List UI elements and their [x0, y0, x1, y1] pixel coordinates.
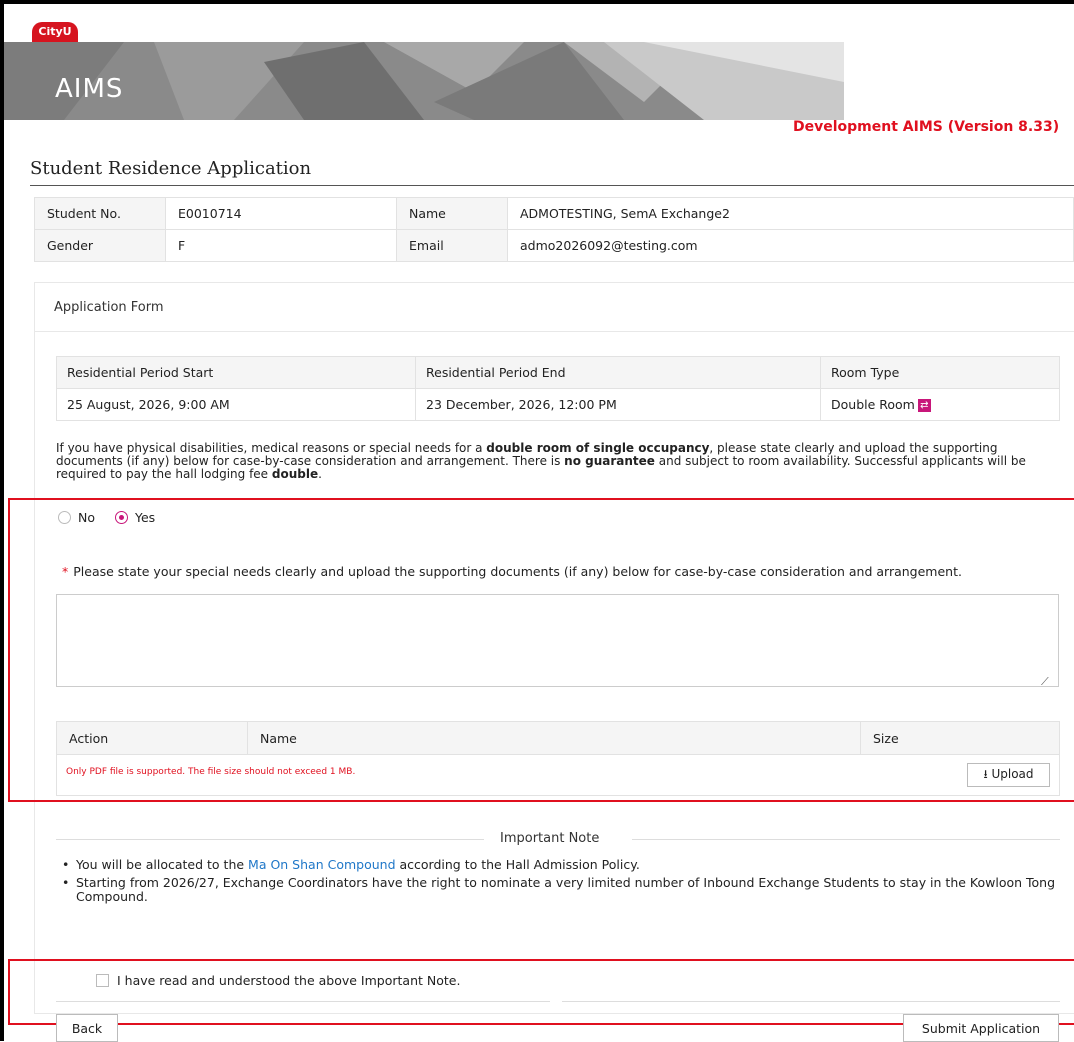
actions-divider-left — [56, 1001, 550, 1002]
period-start-value: 25 August, 2026, 9:00 AM — [56, 388, 416, 421]
special-needs-prompt-text: Please state your special needs clearly … — [73, 564, 962, 579]
required-marker: * — [62, 564, 69, 579]
notice-bold-text: double room of single occupancy — [486, 441, 710, 455]
radio-no-label[interactable]: No — [78, 510, 95, 525]
radio-yes-label[interactable]: Yes — [135, 510, 155, 525]
upload-table: Action Name Size — [56, 721, 1060, 755]
special-needs-prompt: * Please state your special needs clearly… — [62, 564, 962, 579]
size-column-header: Size — [860, 721, 1060, 755]
notice-text: . — [318, 467, 322, 481]
table-row: Student No. E0010714 Name ADMOTESTING, S… — [34, 197, 1074, 230]
name-value: ADMOTESTING, SemA Exchange2 — [507, 197, 1074, 230]
aims-banner — [4, 42, 844, 120]
upload-hint: Only PDF file is supported. The file siz… — [66, 767, 356, 777]
email-label: Email — [396, 229, 508, 262]
student-no-value: E0010714 — [165, 197, 397, 230]
note-text: You will be allocated to the — [76, 857, 249, 872]
special-needs-radio-group: No Yes — [58, 510, 155, 525]
table-header-row: Residential Period Start Residential Per… — [56, 356, 1060, 389]
list-item: You will be allocated to the Ma On Shan … — [60, 857, 1064, 873]
submit-application-button[interactable]: Submit Application — [903, 1014, 1059, 1042]
name-label: Name — [396, 197, 508, 230]
resize-handle-icon[interactable]: ⟋ — [1041, 675, 1049, 689]
room-info-icon[interactable]: ⇄ — [917, 399, 931, 412]
radio-no[interactable] — [58, 511, 71, 524]
page-title: Student Residence Application — [30, 158, 312, 179]
important-note-title: Important Note — [500, 831, 600, 846]
important-note-list: You will be allocated to the Ma On Shan … — [60, 858, 1064, 908]
period-end-header: Residential Period End — [415, 356, 821, 389]
acknowledge-checkbox[interactable] — [96, 974, 109, 987]
name-column-header: Name — [247, 721, 861, 755]
notice-bold-text: no guarantee — [564, 454, 655, 468]
list-item: Starting from 2026/27, Exchange Coordina… — [60, 876, 1064, 904]
back-button[interactable]: Back — [56, 1014, 118, 1042]
title-divider — [30, 185, 1074, 186]
form-heading-divider — [35, 331, 1074, 332]
top-bar — [4, 4, 1074, 42]
notice-text: If you have physical disabilities, medic… — [56, 441, 487, 455]
gender-label: Gender — [34, 229, 166, 262]
action-column-header: Action — [56, 721, 248, 755]
room-type-cell: Double Room ⇄ — [820, 388, 1060, 421]
actions-divider-right — [562, 1001, 1060, 1002]
acknowledge-row: I have read and understood the above Imp… — [96, 973, 460, 988]
student-info-table: Student No. E0010714 Name ADMOTESTING, S… — [34, 197, 1074, 262]
notice-bold-text: double — [271, 467, 319, 481]
table-row: Gender F Email admo2026092@testing.com — [34, 229, 1074, 262]
note-divider-left — [56, 839, 484, 840]
app-title: AIMS — [55, 74, 124, 104]
email-value: admo2026092@testing.com — [507, 229, 1074, 262]
room-type-value: Double Room — [831, 397, 915, 412]
radio-yes[interactable] — [114, 511, 128, 524]
gender-value: F — [165, 229, 397, 262]
student-no-label: Student No. — [34, 197, 166, 230]
upload-button[interactable]: ⭳ Upload — [967, 763, 1050, 787]
ma-on-shan-link[interactable]: Ma On Shan Compound — [248, 857, 395, 872]
table-header-row: Action Name Size — [56, 721, 1060, 755]
special-needs-textarea[interactable] — [56, 594, 1059, 687]
period-start-header: Residential Period Start — [56, 356, 416, 389]
application-form-heading: Application Form — [54, 300, 164, 315]
table-row: 25 August, 2026, 9:00 AM 23 December, 20… — [56, 388, 1060, 421]
window-frame-left — [0, 0, 4, 1041]
note-text: according to the Hall Admission Policy. — [395, 857, 640, 872]
cityu-logo[interactable]: CityU — [32, 22, 78, 42]
acknowledge-label[interactable]: I have read and understood the above Imp… — [117, 973, 460, 988]
banner-graphic — [4, 42, 844, 120]
residential-period-table: Residential Period Start Residential Per… — [56, 356, 1060, 421]
special-needs-notice: If you have physical disabilities, medic… — [56, 442, 1066, 481]
version-label: Development AIMS (Version 8.33) — [793, 119, 1060, 135]
note-divider-right — [632, 839, 1060, 840]
room-type-header: Room Type — [820, 356, 1060, 389]
period-end-value: 23 December, 2026, 12:00 PM — [415, 388, 821, 421]
